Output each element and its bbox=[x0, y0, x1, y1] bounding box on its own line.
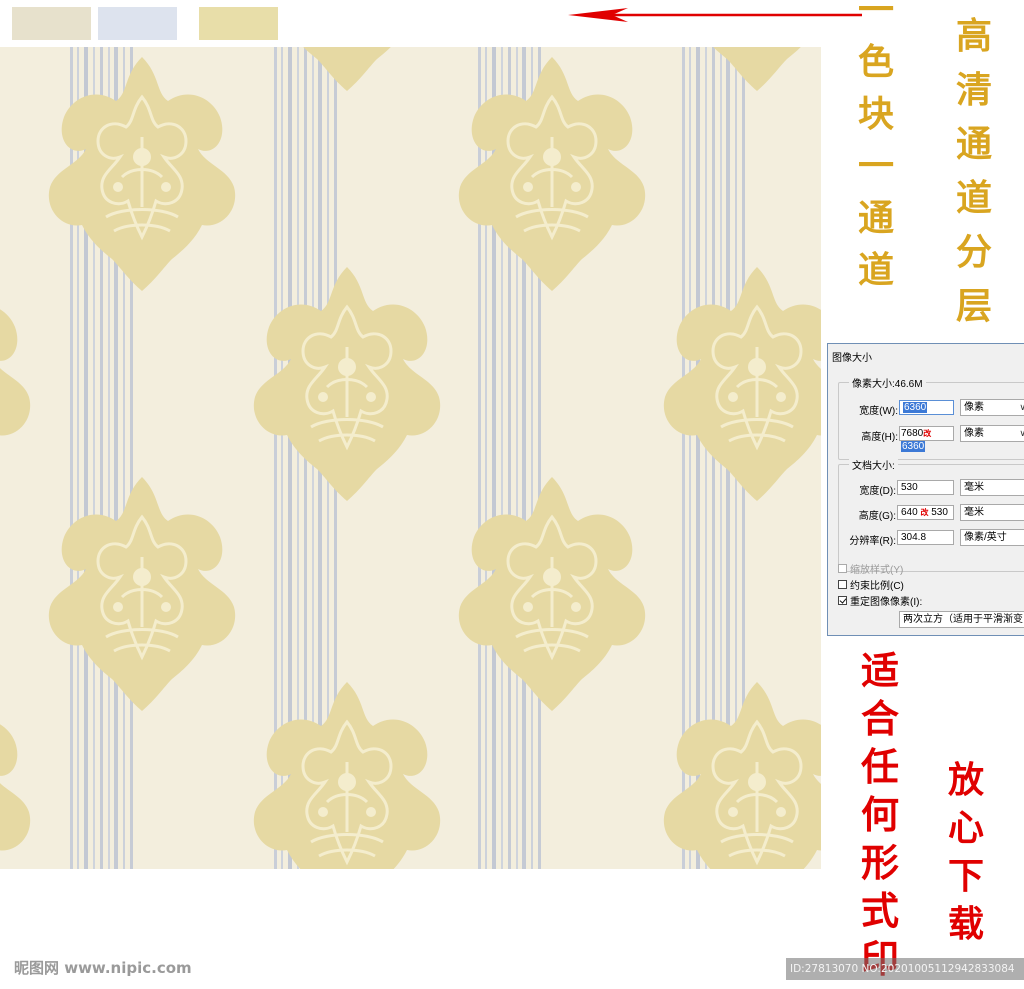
char: 色 bbox=[857, 41, 894, 83]
constrain-label: 约束比例(C) bbox=[850, 581, 904, 592]
doc-width-unit: 毫米 bbox=[964, 482, 984, 493]
char: 高 bbox=[955, 15, 992, 57]
resolution-value: 304.8 bbox=[901, 532, 927, 543]
doc-height-annotation: 改 bbox=[920, 508, 929, 517]
resample-method: 两次立方（适用于平滑渐变 bbox=[903, 614, 1023, 625]
chevron-down-icon: ∨ bbox=[1019, 402, 1024, 412]
char: 任 bbox=[860, 744, 899, 789]
char: 通 bbox=[955, 123, 992, 165]
scale-styles-label: 缩放样式(Y) bbox=[850, 565, 904, 576]
char: 道 bbox=[857, 249, 894, 291]
char: 合 bbox=[860, 696, 899, 741]
width-unit-select[interactable]: 像素 ∨ bbox=[960, 399, 1024, 416]
width-unit: 像素 bbox=[964, 402, 984, 413]
char: 层 bbox=[955, 285, 992, 327]
char: 清 bbox=[955, 69, 992, 111]
pixel-group-label: 像素大小:46.6M bbox=[849, 375, 926, 390]
char: 式 bbox=[860, 888, 899, 933]
resolution-unit-select[interactable]: 像素/英寸 bbox=[960, 529, 1024, 546]
doc-group-label: 文档大小: bbox=[849, 457, 898, 472]
doc-width-label: 宽度(D): bbox=[859, 486, 896, 497]
char: 块 bbox=[857, 93, 894, 135]
doc-height-label: 高度(G): bbox=[858, 511, 896, 522]
doc-width-value: 530 bbox=[901, 482, 918, 493]
label-hd-channel-layers: 高 清 通 道 分 层 bbox=[950, 18, 998, 342]
char: 载 bbox=[947, 903, 984, 945]
char: 一 bbox=[857, 145, 894, 187]
height-label: 高度(H): bbox=[861, 432, 898, 443]
doc-height-unit-select[interactable]: 毫米 bbox=[960, 504, 1024, 521]
resample-label: 重定图像像素(I): bbox=[850, 597, 923, 608]
char: 适 bbox=[860, 648, 899, 693]
image-size-dialog: 图像大小 像素大小:46.6M 宽度(W): 6360 像素 ∨ 高度(H): 7… bbox=[827, 343, 1024, 636]
height-value: 6360 bbox=[901, 441, 926, 452]
checkbox-icon bbox=[838, 564, 847, 573]
width-value: 6360 bbox=[903, 402, 928, 413]
char: 心 bbox=[947, 807, 984, 849]
color-swatch-beige bbox=[12, 7, 91, 40]
label-safe-download: 放 心 下 载 bbox=[942, 762, 990, 954]
resolution-label: 分辨率(R): bbox=[849, 536, 896, 547]
height-annotation: 改 bbox=[923, 429, 932, 438]
dialog-title: 图像大小 bbox=[832, 353, 872, 364]
chevron-down-icon: ∨ bbox=[1019, 428, 1024, 438]
height-unit: 像素 bbox=[964, 428, 984, 439]
doc-height-input[interactable]: 640 改 530 bbox=[897, 505, 954, 520]
doc-height-new-value: 530 bbox=[931, 507, 948, 518]
char: 形 bbox=[860, 840, 899, 885]
arrow-left-icon bbox=[568, 8, 862, 22]
height-input[interactable]: 7680改 6360 bbox=[899, 426, 954, 452]
resample-method-select[interactable]: 两次立方（适用于平滑渐变 bbox=[899, 611, 1024, 628]
pixel-dimensions-group: 像素大小:46.6M bbox=[838, 375, 1024, 460]
resample-checkbox[interactable]: 重定图像像素(I): bbox=[838, 593, 922, 608]
watermark-nipic: 昵图网 www.nipic.com bbox=[14, 959, 192, 977]
char: 一 bbox=[857, 0, 894, 31]
checkbox-icon bbox=[838, 580, 847, 589]
char: 下 bbox=[947, 855, 984, 897]
char: 何 bbox=[860, 792, 899, 837]
height-unit-select[interactable]: 像素 ∨ bbox=[960, 425, 1024, 442]
resolution-input[interactable]: 304.8 bbox=[897, 530, 954, 545]
watermark-id-bar: ID:27813070 NO:20201005112942833084 bbox=[786, 958, 1024, 980]
doc-height-value: 640 bbox=[901, 507, 918, 518]
scale-styles-checkbox[interactable]: 缩放样式(Y) bbox=[838, 561, 903, 576]
damask-wallpaper-pattern bbox=[0, 47, 821, 869]
doc-width-input[interactable]: 530 bbox=[897, 480, 954, 495]
char: 通 bbox=[857, 197, 894, 239]
label-single-color-channel: 一 色 块 一 通 道 bbox=[852, 0, 900, 304]
constrain-proportions-checkbox[interactable]: 约束比例(C) bbox=[838, 577, 904, 592]
label-any-print: 适 合 任 何 形 式 印 bbox=[856, 652, 904, 988]
color-swatch-blue-grey bbox=[98, 7, 177, 40]
color-swatch-gold bbox=[199, 7, 278, 40]
doc-height-unit: 毫米 bbox=[964, 507, 984, 518]
char: 道 bbox=[955, 177, 992, 219]
width-label: 宽度(W): bbox=[859, 406, 898, 417]
width-input[interactable]: 6360 bbox=[899, 400, 954, 415]
height-old-value: 7680 bbox=[901, 428, 924, 439]
char: 分 bbox=[955, 231, 992, 273]
checkbox-checked-icon bbox=[838, 596, 847, 605]
doc-width-unit-select[interactable]: 毫米 bbox=[960, 479, 1024, 496]
char: 放 bbox=[947, 759, 984, 801]
resolution-unit: 像素/英寸 bbox=[964, 532, 1007, 543]
